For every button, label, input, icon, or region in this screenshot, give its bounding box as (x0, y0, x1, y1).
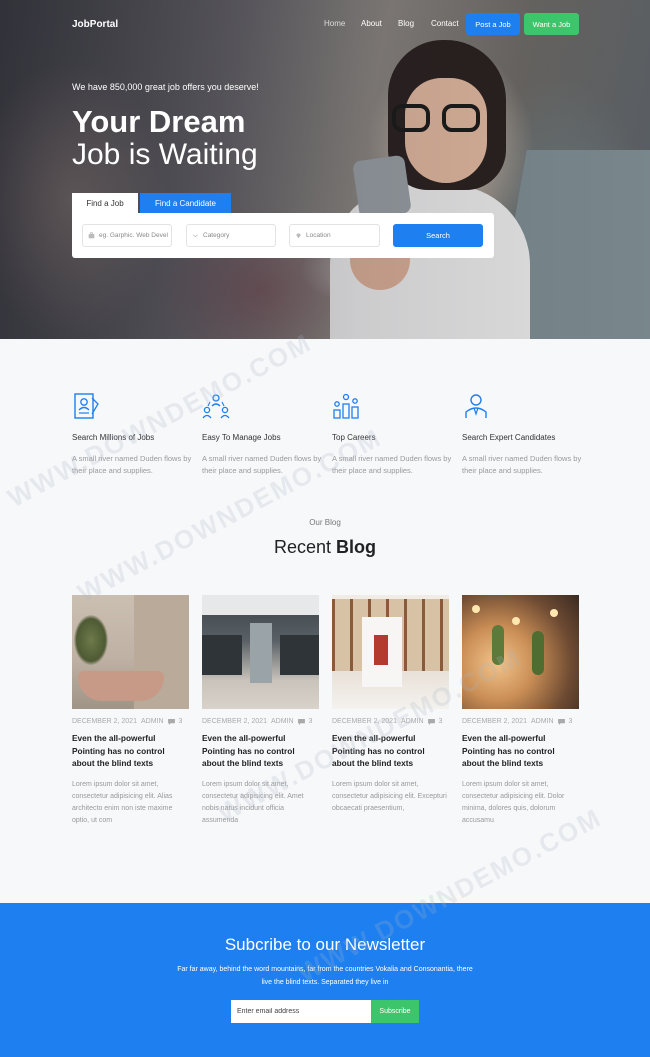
candidate-icon (465, 394, 487, 418)
blog-card[interactable]: DECEMBER 2, 2021 ADMIN 3 Even the all-po… (332, 595, 449, 815)
blog-heading-bold: Blog (336, 537, 377, 557)
blog-excerpt: Lorem ipsum dolor sit amet, consectetur … (202, 780, 304, 824)
feature-description: A small river named Duden flows by their… (202, 454, 322, 475)
nav-link-blog[interactable]: Blog (398, 19, 414, 28)
blog-card[interactable]: DECEMBER 2, 2021 ADMIN 3 Even the all-po… (202, 595, 319, 827)
blog-excerpt: Lorem ipsum dolor sit amet, consectetur … (332, 780, 447, 812)
blog-heading: Recent Blog (0, 537, 650, 558)
blog-excerpt: Lorem ipsum dolor sit amet, consectetur … (72, 780, 173, 824)
blog-meta: DECEMBER 2, 2021 ADMIN 3 (202, 718, 319, 725)
blog-title[interactable]: Even the all-powerful Pointing has no co… (202, 732, 319, 770)
chevron-down-icon (193, 234, 198, 238)
blog-date[interactable]: DECEMBER 2, 2021 (72, 718, 137, 725)
feature-title: Easy To Manage Jobs (202, 433, 281, 442)
blog-date[interactable]: DECEMBER 2, 2021 (202, 718, 267, 725)
career-growth-icon (333, 393, 359, 419)
blog-title[interactable]: Even the all-powerful Pointing has no co… (462, 732, 579, 770)
blog-author[interactable]: ADMIN (271, 718, 294, 725)
blog-author[interactable]: ADMIN (141, 718, 164, 725)
blog-date[interactable]: DECEMBER 2, 2021 (462, 718, 527, 725)
nav-link-contact[interactable]: Contact (431, 19, 459, 28)
blog-image-lights[interactable] (462, 595, 579, 709)
blog-card[interactable]: DECEMBER 2, 2021 ADMIN 3 Even the all-po… (462, 595, 579, 827)
hero-title-line1: Your Dream (72, 104, 246, 139)
comment-icon (427, 718, 435, 725)
blog-title[interactable]: Even the all-powerful Pointing has no co… (332, 732, 449, 770)
feature-card: Search Expert Candidates A small river n… (462, 392, 587, 477)
blog-image-hallway[interactable] (202, 595, 319, 709)
category-placeholder: Category (203, 232, 230, 239)
keyword-field[interactable]: eg. Garphic. Web Devel (82, 224, 172, 247)
location-placeholder: Location (306, 232, 331, 239)
team-network-icon (202, 394, 230, 419)
feature-title: Search Millions of Jobs (72, 433, 155, 442)
feature-description: A small river named Duden flows by their… (332, 454, 452, 475)
comment-icon (557, 718, 565, 725)
blog-meta: DECEMBER 2, 2021 ADMIN 3 (462, 718, 579, 725)
blog-meta: DECEMBER 2, 2021 ADMIN 3 (72, 718, 189, 725)
comment-icon (167, 718, 175, 725)
location-field[interactable]: Location (289, 224, 380, 247)
category-field[interactable]: Category (186, 224, 276, 247)
feature-title: Top Careers (332, 433, 376, 442)
blog-author[interactable]: ADMIN (401, 718, 424, 725)
feature-title: Search Expert Candidates (462, 433, 556, 442)
blog-title[interactable]: Even the all-powerful Pointing has no co… (72, 732, 189, 770)
blog-comment-count[interactable]: 3 (309, 718, 313, 725)
blog-eyebrow: Our Blog (309, 518, 341, 527)
blog-heading-light: Recent (273, 537, 332, 557)
newsletter-title: Subcribe to our Newsletter (224, 935, 426, 954)
tab-find-job[interactable]: Find a Job (72, 193, 138, 213)
newsletter-email-input[interactable] (231, 1000, 371, 1023)
nav-link-home[interactable]: Home (324, 19, 345, 28)
resume-icon (74, 393, 99, 419)
nav-link-about[interactable]: About (361, 19, 382, 28)
comment-icon (297, 718, 305, 725)
blog-comment-count[interactable]: 3 (179, 718, 183, 725)
blog-card[interactable]: DECEMBER 2, 2021 ADMIN 3 Even the all-po… (72, 595, 189, 827)
blog-excerpt: Lorem ipsum dolor sit amet, consectetur … (462, 780, 565, 824)
feature-card: Search Millions of Jobs A small river na… (72, 392, 197, 477)
blog-comment-count[interactable]: 3 (439, 718, 443, 725)
feature-description: A small river named Duden flows by their… (72, 454, 192, 475)
blog-image-bathroom[interactable] (72, 595, 189, 709)
tab-find-candidate[interactable]: Find a Candidate (140, 193, 231, 213)
briefcase-icon (88, 232, 95, 239)
hero-title-line2: Job is Waiting (72, 138, 258, 171)
post-job-button[interactable]: Post a Job (466, 13, 520, 35)
blog-date[interactable]: DECEMBER 2, 2021 (332, 718, 397, 725)
blog-image-shelves[interactable] (332, 595, 449, 709)
map-pin-icon (296, 233, 301, 239)
feature-card: Easy To Manage Jobs A small river named … (202, 392, 327, 477)
keyword-placeholder: eg. Garphic. Web Devel (99, 232, 168, 239)
search-button[interactable]: Search (393, 224, 483, 247)
blog-meta: DECEMBER 2, 2021 ADMIN 3 (332, 718, 449, 725)
want-job-button[interactable]: Want a Job (524, 13, 579, 35)
subscribe-button[interactable]: Subscribe (371, 1000, 419, 1023)
newsletter-text: Far far away, behind the word mountains,… (177, 966, 473, 986)
feature-card: Top Careers A small river named Duden fl… (332, 392, 457, 477)
search-form: eg. Garphic. Web Devel Category Location… (72, 213, 494, 258)
feature-description: A small river named Duden flows by their… (462, 454, 582, 475)
blog-author[interactable]: ADMIN (531, 718, 554, 725)
blog-comment-count[interactable]: 3 (569, 718, 573, 725)
brand-logo[interactable]: JobPortal (72, 19, 118, 30)
hero-subtitle: We have 850,000 great job offers you des… (72, 82, 259, 92)
